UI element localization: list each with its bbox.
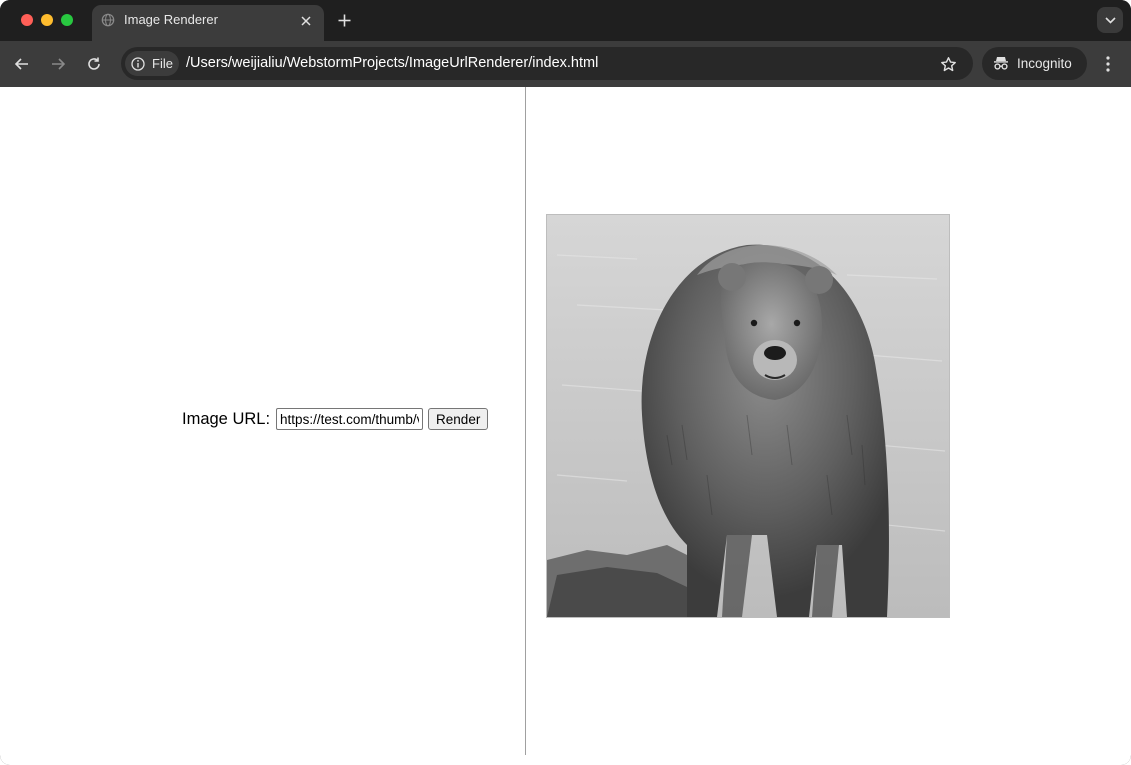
arrow-right-icon — [52, 58, 66, 70]
info-icon — [131, 57, 145, 71]
image-url-input[interactable] — [276, 408, 424, 430]
image-url-label: Image URL: — [182, 409, 271, 428]
chevron-down-icon — [1104, 16, 1116, 24]
address-bar[interactable]: File /Users/weijialiu/WebstormProjects/I… — [121, 47, 973, 80]
browser-window: Image Renderer File /Users/weijialiu/Web… — [0, 0, 1131, 765]
tab-strip: Image Renderer — [0, 0, 1131, 41]
kebab-menu-icon — [1106, 56, 1110, 72]
url-text[interactable]: /Users/weijialiu/WebstormProjects/ImageU… — [186, 55, 598, 72]
reload-icon — [88, 57, 100, 70]
incognito-label: Incognito — [1017, 56, 1072, 71]
new-tab-button[interactable] — [334, 10, 354, 30]
page-content: Image URL: Render — [0, 87, 1131, 765]
tab-search-button[interactable] — [1097, 7, 1123, 33]
toolbar: File /Users/weijialiu/WebstormProjects/I… — [0, 41, 1131, 87]
arrow-left-icon — [14, 58, 28, 70]
pane-divider — [525, 87, 526, 755]
reload-button[interactable] — [82, 52, 106, 76]
tab-title: Image Renderer — [124, 12, 218, 27]
render-button[interactable]: Render — [428, 408, 489, 430]
star-icon — [940, 56, 956, 71]
site-info-chip[interactable]: File — [125, 51, 179, 76]
window-minimize-button[interactable] — [41, 14, 53, 26]
site-info-label: File — [152, 56, 173, 71]
window-close-button[interactable] — [21, 14, 33, 26]
bear-photo — [547, 215, 949, 617]
window-maximize-button[interactable] — [61, 14, 73, 26]
globe-icon — [101, 13, 115, 27]
close-icon[interactable] — [298, 13, 314, 29]
incognito-icon — [994, 57, 1008, 70]
bookmark-button[interactable] — [938, 54, 958, 74]
tab-image-renderer[interactable]: Image Renderer — [92, 5, 324, 41]
back-button[interactable] — [10, 52, 34, 76]
incognito-profile-button[interactable]: Incognito — [982, 47, 1087, 80]
browser-menu-button[interactable] — [1098, 52, 1118, 76]
rendered-image — [546, 214, 950, 618]
plus-icon — [338, 14, 350, 26]
forward-button[interactable] — [46, 52, 70, 76]
image-url-form: Image URL: Render — [182, 407, 489, 431]
